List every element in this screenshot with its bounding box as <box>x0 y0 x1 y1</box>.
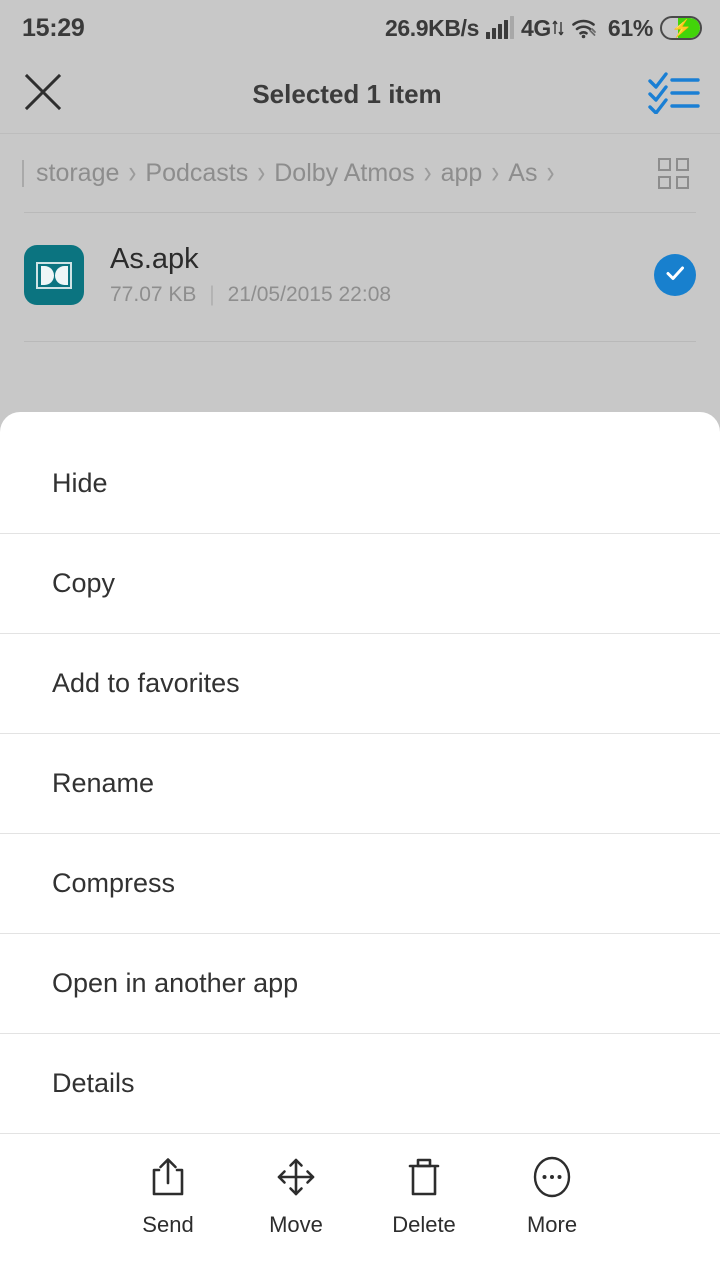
menu-item-hide[interactable]: Hide <box>0 434 720 534</box>
phone-screen: 15:29 26.9KB/s 4G 61% ⚡ Selected 1 item … <box>0 0 720 1280</box>
file-meta: 77.07 KB | 21/05/2015 22:08 <box>110 283 391 307</box>
select-all-button[interactable] <box>628 56 720 134</box>
file-selected-checkbox[interactable] <box>654 254 696 296</box>
grid-view-icon <box>657 157 689 189</box>
status-indicators: 26.9KB/s 4G 61% ⚡ <box>385 15 702 42</box>
file-date: 21/05/2015 22:08 <box>227 283 392 306</box>
menu-item-label: Hide <box>52 468 108 498</box>
file-meta-separator: | <box>209 283 215 306</box>
menu-item-add-to-favorites[interactable]: Add to favorites <box>0 634 720 734</box>
menu-item-label: Copy <box>52 568 116 598</box>
more-label: More <box>526 1212 578 1237</box>
move-arrows-icon <box>275 1156 317 1198</box>
status-time: 15:29 <box>22 13 85 42</box>
context-menu-list: Hide Copy Add to favorites Rename Compre… <box>0 412 720 1134</box>
menu-item-label: Open in another app <box>52 968 299 998</box>
breadcrumb-overflow-indicator <box>22 159 24 187</box>
breadcrumb-item-podcasts[interactable]: Podcasts <box>145 159 248 188</box>
data-transfer-arrows-icon <box>552 18 564 38</box>
more-button[interactable]: More <box>488 1156 616 1238</box>
selection-app-bar: Selected 1 item <box>0 56 720 134</box>
menu-item-label: Compress <box>52 868 176 898</box>
chevron-right-icon: › <box>546 158 555 188</box>
delete-button[interactable]: Delete <box>360 1156 488 1238</box>
menu-item-rename[interactable]: Rename <box>0 734 720 834</box>
list-bottom-divider <box>24 341 696 342</box>
breadcrumb-item-dolby-atmos[interactable]: Dolby Atmos <box>274 159 414 188</box>
send-button[interactable]: Send <box>104 1156 232 1238</box>
breadcrumb-item-storage[interactable]: storage <box>36 159 119 188</box>
network-speed-text: 26.9KB/s <box>385 14 479 41</box>
menu-item-compress[interactable]: Compress <box>0 834 720 934</box>
breadcrumb-items: storage › Podcasts › Dolby Atmos › app ›… <box>36 159 650 188</box>
battery-charging-icon: ⚡ <box>660 16 702 40</box>
menu-item-open-in-another-app[interactable]: Open in another app <box>0 934 720 1034</box>
breadcrumb-item-as[interactable]: As <box>508 159 537 188</box>
wifi-icon <box>571 17 599 39</box>
file-list-item[interactable]: As.apk 77.07 KB | 21/05/2015 22:08 <box>0 213 720 337</box>
battery-percent-text: 61% <box>607 14 653 41</box>
move-button[interactable]: Move <box>232 1156 360 1238</box>
menu-item-label: Details <box>52 1068 135 1098</box>
trash-icon <box>404 1156 444 1198</box>
move-label: Move <box>269 1212 323 1237</box>
select-all-checklist-icon <box>648 70 700 119</box>
chevron-right-icon: › <box>491 158 500 188</box>
chevron-right-icon: › <box>257 158 266 188</box>
file-size: 77.07 KB <box>110 283 197 306</box>
check-circle-icon <box>662 260 688 291</box>
chevron-right-icon: › <box>423 158 432 188</box>
signal-bars-icon <box>485 16 514 39</box>
menu-item-details[interactable]: Details <box>0 1034 720 1134</box>
send-label: Send <box>142 1212 194 1237</box>
menu-item-label: Add to favorites <box>52 668 240 698</box>
file-info: As.apk 77.07 KB | 21/05/2015 22:08 <box>110 243 391 307</box>
menu-item-copy[interactable]: Copy <box>0 534 720 634</box>
network-type-indicator: 4G <box>521 15 564 42</box>
more-ellipsis-icon <box>531 1156 573 1198</box>
page-title: Selected 1 item <box>252 79 442 109</box>
chevron-right-icon: › <box>128 158 137 188</box>
close-icon <box>22 71 64 118</box>
grid-view-toggle-button[interactable] <box>650 150 696 196</box>
network-type-text: 4G <box>520 14 551 41</box>
status-bar: 15:29 26.9KB/s 4G 61% ⚡ <box>0 0 720 56</box>
menu-item-label: Rename <box>52 768 155 798</box>
share-upload-icon <box>148 1156 188 1198</box>
bottom-action-bar: Send Move Delete More <box>0 1134 720 1280</box>
breadcrumb: storage › Podcasts › Dolby Atmos › app ›… <box>0 135 720 211</box>
breadcrumb-item-app[interactable]: app <box>441 159 483 188</box>
file-name: As.apk <box>110 243 199 275</box>
dolby-app-icon <box>24 245 84 305</box>
delete-label: Delete <box>392 1212 456 1237</box>
context-menu-sheet: Hide Copy Add to favorites Rename Compre… <box>0 412 720 1280</box>
